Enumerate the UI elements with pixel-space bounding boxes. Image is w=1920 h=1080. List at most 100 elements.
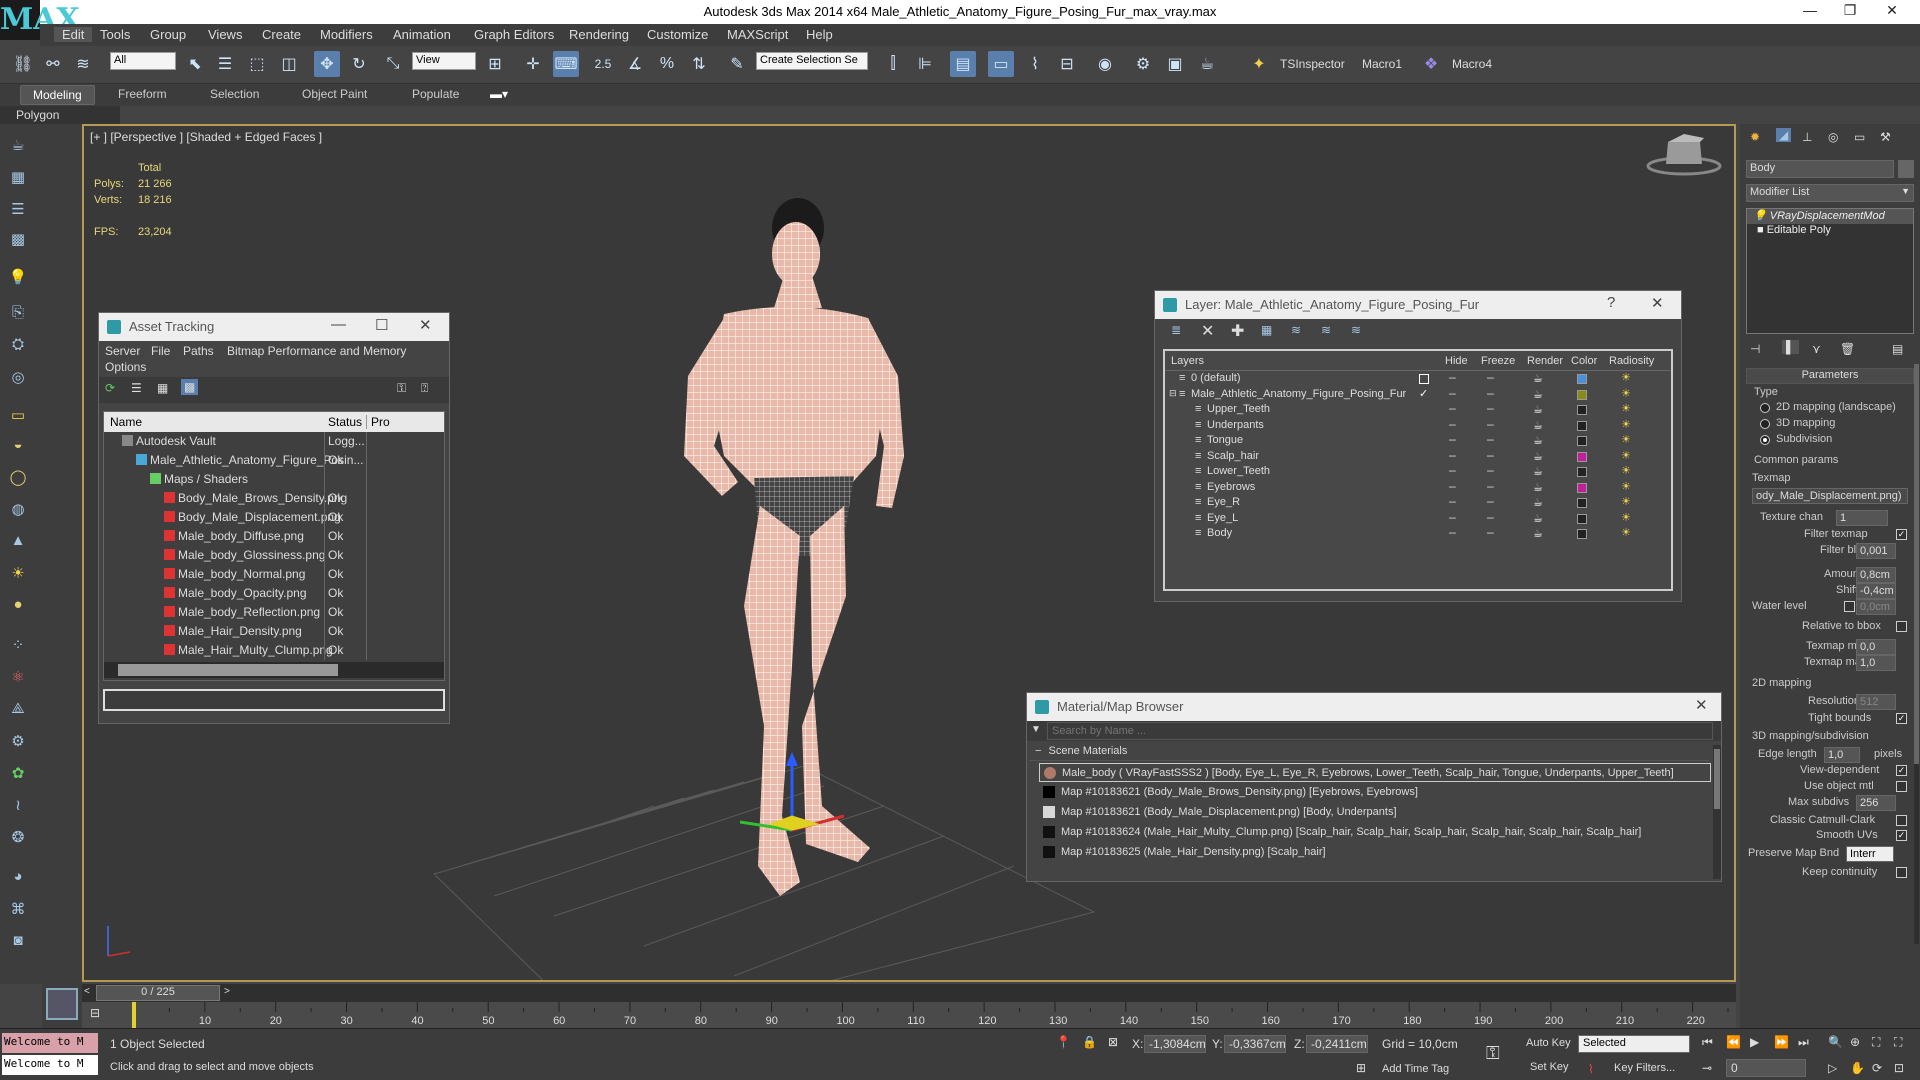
new-layer-icon[interactable]: ≣ <box>1171 323 1181 337</box>
stack-item-editable-poly[interactable]: ■ Editable Poly <box>1747 224 1913 239</box>
material-editor-icon[interactable]: ◉ <box>1092 51 1118 77</box>
create-tab-icon[interactable]: ✹ <box>1750 130 1760 144</box>
table-row[interactable]: Male_Athletic_Anatomy_Figure_Posin... Ok <box>104 451 444 470</box>
radiosity-icon[interactable]: ☀ <box>1621 449 1631 462</box>
radiosity-icon[interactable]: ☀ <box>1621 480 1631 493</box>
col-color[interactable]: Color <box>1571 355 1597 367</box>
amount-input[interactable]: 0,8cm <box>1856 567 1896 583</box>
maximize-icon[interactable]: ☐ <box>375 316 388 334</box>
maximize-viewport-icon[interactable]: ⊡ <box>1894 1061 1904 1075</box>
close-button[interactable]: ✕ <box>1872 2 1912 19</box>
material-item[interactable]: Map #10183621 (Body_Male_Displacement.pn… <box>1039 803 1711 822</box>
layer-row[interactable]: ≡ Eye_R ━ ━ ☕ ☀ <box>1165 496 1671 511</box>
layer-manager-titlebar[interactable]: Layer: Male_Athletic_Anatomy_Figure_Posi… <box>1155 291 1681 319</box>
table-row[interactable]: Male_Hair_Multy_Clump.png Ok <box>104 641 444 660</box>
modify-tab-icon[interactable]: ◢ <box>1776 128 1792 142</box>
material-search-input[interactable] <box>1047 722 1713 740</box>
freeze-toggle[interactable]: ━ <box>1487 403 1494 416</box>
menu-group[interactable]: Group <box>150 27 186 42</box>
hide-all-icon[interactable]: ≋ <box>1321 323 1331 337</box>
display-tab-icon[interactable]: ▭ <box>1854 130 1865 144</box>
list-view-icon[interactable]: ☰ <box>131 381 142 395</box>
hide-toggle[interactable]: ━ <box>1449 403 1456 416</box>
filter-texmap-checkbox[interactable]: ✓ <box>1896 529 1907 540</box>
pyramid-icon[interactable]: ⟁ <box>6 700 30 722</box>
col-name[interactable]: Name <box>110 415 142 429</box>
select-objects-icon[interactable]: ▦ <box>1261 323 1272 337</box>
delete-layer-icon[interactable]: ✕ <box>1201 321 1214 341</box>
globe-icon[interactable]: ◕ <box>6 868 30 890</box>
viewcube-icon[interactable] <box>1646 134 1722 176</box>
hierarchy-tab-icon[interactable]: ⊥ <box>1802 130 1812 144</box>
freeze-toggle[interactable]: ━ <box>1487 450 1494 463</box>
render-teapot-icon[interactable]: ☕ <box>1533 434 1543 447</box>
table-row[interactable]: Male_body_Reflection.png Ok <box>104 603 444 622</box>
texmap-max-input[interactable]: 1,0 <box>1856 655 1896 671</box>
shift-input[interactable]: -0,4cm <box>1856 583 1896 599</box>
hide-toggle[interactable]: ━ <box>1449 372 1456 385</box>
show-end-result-icon[interactable]: ▌ <box>1782 340 1799 354</box>
add-time-tag-icon[interactable]: ⊞ <box>1356 1061 1366 1075</box>
layer-color-swatch[interactable] <box>1577 374 1587 384</box>
torus-icon[interactable]: ◍ <box>6 500 30 522</box>
freeze-toggle[interactable]: ━ <box>1487 372 1494 385</box>
menu-customize[interactable]: Customize <box>647 27 708 42</box>
add-to-layer-icon[interactable]: ✚ <box>1231 321 1244 341</box>
maxscript-listener[interactable]: Welcome to M <box>2 1033 98 1053</box>
tight-bounds-checkbox[interactable]: ✓ <box>1896 713 1907 724</box>
auto-key-button[interactable]: Auto Key <box>1526 1037 1571 1049</box>
x-coordinate-input[interactable]: -1,3084cm <box>1144 1035 1206 1053</box>
menu-graph-editors[interactable]: Graph Editors <box>474 27 554 42</box>
select-by-name-icon[interactable]: ☰ <box>212 51 238 77</box>
table-row[interactable]: Autodesk Vault Logg... <box>104 432 444 451</box>
table-row[interactable]: Male_body_Diffuse.png Ok <box>104 527 444 546</box>
mini-curve-icon[interactable] <box>46 988 78 1020</box>
refresh-icon[interactable]: ⟳ <box>105 381 115 395</box>
particles-icon[interactable]: ⁘ <box>6 636 30 658</box>
next-frame-icon[interactable]: > <box>224 986 230 997</box>
layer-row[interactable]: ≡ Body ━ ━ ☕ ☀ <box>1165 527 1671 542</box>
table-row[interactable]: Body_Male_Displacement.png Ok <box>104 508 444 527</box>
hide-toggle[interactable]: ━ <box>1449 465 1456 478</box>
layer-row[interactable]: ⊟ ≡ Male_Athletic_Anatomy_Figure_Posing_Fu… <box>1165 388 1671 403</box>
zoom-extents-all-icon[interactable]: ⛶ <box>1894 1035 1902 1050</box>
texmap-min-input[interactable]: 0,0 <box>1856 639 1896 655</box>
tab-selection[interactable]: Selection <box>210 87 259 101</box>
helper-icon[interactable]: ⛭ <box>6 336 30 358</box>
hide-toggle[interactable]: ━ <box>1449 450 1456 463</box>
layer-row[interactable]: ≡ Lower_Teeth ━ ━ ☕ ☀ <box>1165 465 1671 480</box>
named-selection-dropdown[interactable]: Create Selection Se <box>756 52 868 70</box>
freeze-toggle[interactable]: ━ <box>1487 434 1494 447</box>
layer-row[interactable]: ≡ Eyebrows ━ ━ ☕ ☀ <box>1165 481 1671 496</box>
texmap-button[interactable]: ody_Male_Displacement.png) <box>1752 488 1908 504</box>
menu-rendering[interactable]: Rendering <box>569 27 629 42</box>
view-icon[interactable]: ◙ <box>6 932 30 954</box>
move-icon[interactable]: ✥ <box>314 51 340 77</box>
layer-color-swatch[interactable] <box>1577 482 1587 493</box>
orbit-icon[interactable]: ⟳ <box>1872 1061 1882 1075</box>
col-hide[interactable]: Hide <box>1445 355 1468 367</box>
sun-icon[interactable]: ☀ <box>6 564 30 586</box>
close-icon[interactable]: ✕ <box>1695 696 1708 714</box>
freeze-toggle[interactable]: ━ <box>1487 512 1494 525</box>
view-dependent-checkbox[interactable]: ✓ <box>1896 765 1907 776</box>
tab-populate[interactable]: Populate <box>412 87 459 101</box>
rotate-icon[interactable]: ↻ <box>346 51 372 77</box>
teapot-icon[interactable]: ☕ <box>6 136 30 158</box>
render-teapot-icon[interactable]: ☕ <box>1533 450 1543 463</box>
render-teapot-icon[interactable]: ☕ <box>1533 372 1543 385</box>
render-teapot-icon[interactable]: ☕ <box>1533 527 1543 540</box>
render-teapot-icon[interactable]: ☕ <box>1533 512 1543 525</box>
ribbon-options-icon[interactable]: ▬▾ <box>490 87 508 101</box>
col-status[interactable]: Status <box>328 415 362 429</box>
script-icon[interactable]: ⌘ <box>6 900 30 922</box>
close-icon[interactable]: ✕ <box>419 316 432 334</box>
material-item[interactable]: Map #10183625 (Male_Hair_Density.png) [S… <box>1039 843 1711 862</box>
tab-modeling[interactable]: Modeling <box>20 85 95 105</box>
stack-item-vraydisplacement[interactable]: 💡 VRayDisplacementMod <box>1747 209 1913 224</box>
layer-color-swatch[interactable] <box>1577 405 1587 415</box>
radio-3d-mapping[interactable] <box>1760 419 1770 429</box>
object-color-swatch[interactable] <box>1898 160 1914 178</box>
hide-toggle[interactable]: ━ <box>1449 434 1456 447</box>
radio-subdivision[interactable] <box>1760 435 1770 445</box>
